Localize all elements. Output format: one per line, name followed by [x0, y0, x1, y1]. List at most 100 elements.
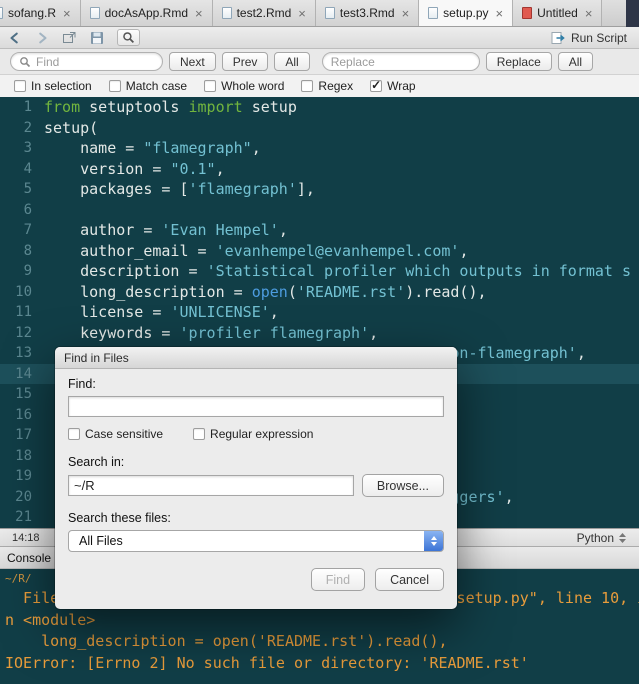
replace-input[interactable]	[330, 54, 471, 69]
code-line-10[interactable]: 10 long_description = open('README.rst')…	[0, 282, 639, 303]
line-number: 8	[23, 242, 32, 259]
line-number: 18	[15, 447, 32, 464]
find-next-button[interactable]: Next	[169, 52, 216, 71]
find-option-wrap[interactable]: Wrap	[370, 78, 416, 93]
browse-button[interactable]: Browse...	[361, 474, 444, 497]
tab-close-icon[interactable]: ×	[585, 6, 593, 21]
code-line-8[interactable]: 8 author_email = 'evanhempel@evanhempel.…	[0, 241, 639, 262]
code-line-3[interactable]: 3 name = "flamegraph",	[0, 138, 639, 159]
tab-close-icon[interactable]: ×	[402, 6, 410, 21]
code-segment: "0.1"	[170, 159, 216, 178]
code-segment: long_description =	[44, 282, 252, 301]
find-option-whole-word[interactable]: Whole word	[204, 79, 284, 93]
find-in-files-dialog: Find in Files Find: Case sensitive Regul…	[55, 347, 457, 609]
line-number: 21	[15, 509, 32, 525]
dialog-find-input[interactable]	[68, 396, 444, 417]
code-line-11[interactable]: 11 license = 'UNLICENSE',	[0, 302, 639, 323]
search-icon	[20, 56, 31, 67]
line-number: 16	[15, 406, 32, 423]
case-sensitive-checkbox[interactable]: Case sensitive	[68, 427, 163, 441]
search-in-input[interactable]	[68, 475, 354, 496]
cursor-position: 14:18	[12, 531, 40, 544]
line-number: 11	[15, 304, 32, 320]
replace-all-button[interactable]: All	[557, 52, 594, 71]
run-script-button[interactable]: Run Script	[551, 31, 631, 45]
pane-corner	[626, 0, 639, 27]
code-segment: 'profiler flamegraph'	[179, 323, 370, 342]
tab-strip: sofang.R × docAsApp.Rmd × test2.Rmd × test3.Rm…	[0, 0, 626, 26]
find-all-button[interactable]: All	[274, 52, 310, 71]
code-segment: on-flamegraph'	[450, 344, 577, 362]
tab-Untitled[interactable]: Untitled ×	[513, 0, 603, 26]
run-script-label: Run Script	[570, 30, 627, 45]
line-number: 6	[23, 201, 32, 218]
code-line-5[interactable]: 5 packages = ['flamegraph'],	[0, 179, 639, 200]
line-number: 20	[15, 488, 32, 505]
line-number: 12	[15, 324, 32, 341]
dialog-cancel-button[interactable]: Cancel	[375, 568, 444, 591]
tab-label: test3.Rmd	[339, 6, 395, 20]
code-text: description = 'Statistical profiler whic…	[44, 261, 631, 282]
find-prev-button[interactable]: Prev	[221, 52, 269, 71]
console-tab[interactable]: Console	[7, 551, 51, 565]
code-text: keywords = 'profiler flamegraph',	[44, 323, 378, 344]
line-number: 19	[15, 468, 32, 484]
line-number: 14	[15, 365, 32, 382]
dialog-find-button[interactable]: Find	[310, 568, 366, 591]
tab-sofang.R[interactable]: sofang.R ×	[0, 0, 81, 26]
code-line-6[interactable]: 6	[0, 200, 639, 221]
code-line-12[interactable]: 12 keywords = 'profiler flamegraph',	[0, 323, 639, 344]
code-line-9[interactable]: 9 description = 'Statistical profiler wh…	[0, 261, 639, 282]
search-icon	[123, 32, 134, 43]
line-number: 5	[23, 181, 32, 197]
tab-close-icon[interactable]: ×	[298, 6, 306, 21]
code-line-4[interactable]: 4 version = "0.1",	[0, 159, 639, 180]
line-number: 17	[15, 427, 32, 443]
code-segment: license =	[44, 303, 171, 321]
find-option-regex[interactable]: Regex	[301, 79, 353, 93]
tab-close-icon[interactable]: ×	[195, 6, 203, 21]
tab-label: docAsApp.Rmd	[104, 6, 188, 20]
language-selector[interactable]: Python	[577, 531, 627, 545]
code-segment: "flamegraph"	[143, 139, 252, 157]
file-icon	[89, 7, 100, 19]
file-icon	[522, 7, 533, 19]
line-number: 9	[23, 263, 32, 279]
code-text: packages = ['flamegraph'],	[44, 179, 315, 200]
forward-icon[interactable]	[35, 31, 49, 45]
code-text: setup(	[44, 118, 98, 139]
code-text: author = 'Evan Hempel',	[44, 220, 288, 241]
search-in-row: Browse...	[68, 474, 444, 497]
code-line-2[interactable]: 2 setup(	[0, 118, 639, 139]
find-option-in-selection[interactable]: In selection	[14, 79, 92, 93]
code-line-1[interactable]: 1 from setuptools import setup	[0, 97, 639, 118]
back-icon[interactable]	[8, 31, 22, 45]
files-dropdown[interactable]: All Files	[68, 530, 444, 552]
regular-expression-checkbox[interactable]: Regular expression	[193, 427, 313, 441]
code-line-7[interactable]: 7 author = 'Evan Hempel',	[0, 220, 639, 241]
find-option-label: Whole word	[221, 79, 285, 93]
tab-test2.Rmd[interactable]: test2.Rmd ×	[212, 0, 316, 26]
file-icon	[0, 7, 3, 19]
code-search-button[interactable]	[117, 29, 140, 46]
tab-close-icon[interactable]: ×	[63, 6, 71, 21]
dialog-find-label: Find:	[68, 377, 96, 391]
code-segment: ,	[269, 303, 279, 321]
tab-setup.py[interactable]: setup.py ×	[419, 0, 514, 26]
files-dropdown-value: All Files	[79, 534, 123, 548]
dialog-body: Find: Case sensitive Regular expression …	[55, 369, 457, 591]
popout-icon[interactable]	[62, 31, 77, 44]
replace-button[interactable]: Replace	[485, 52, 552, 71]
code-text: license = 'UNLICENSE',	[44, 302, 279, 323]
save-icon[interactable]	[90, 31, 104, 45]
tab-close-icon[interactable]: ×	[496, 6, 504, 21]
tab-docAsApp.Rmd[interactable]: docAsApp.Rmd ×	[80, 0, 213, 26]
code-segment: ,	[215, 159, 225, 178]
find-option-match-case[interactable]: Match case	[108, 79, 187, 93]
dropdown-stepper-icon	[424, 531, 443, 551]
code-segment: keywords =	[44, 323, 180, 342]
find-input[interactable]	[36, 54, 154, 69]
line-number: 13	[15, 345, 32, 361]
tab-test3.Rmd[interactable]: test3.Rmd ×	[315, 0, 420, 26]
dialog-title-bar[interactable]: Find in Files	[55, 347, 457, 369]
